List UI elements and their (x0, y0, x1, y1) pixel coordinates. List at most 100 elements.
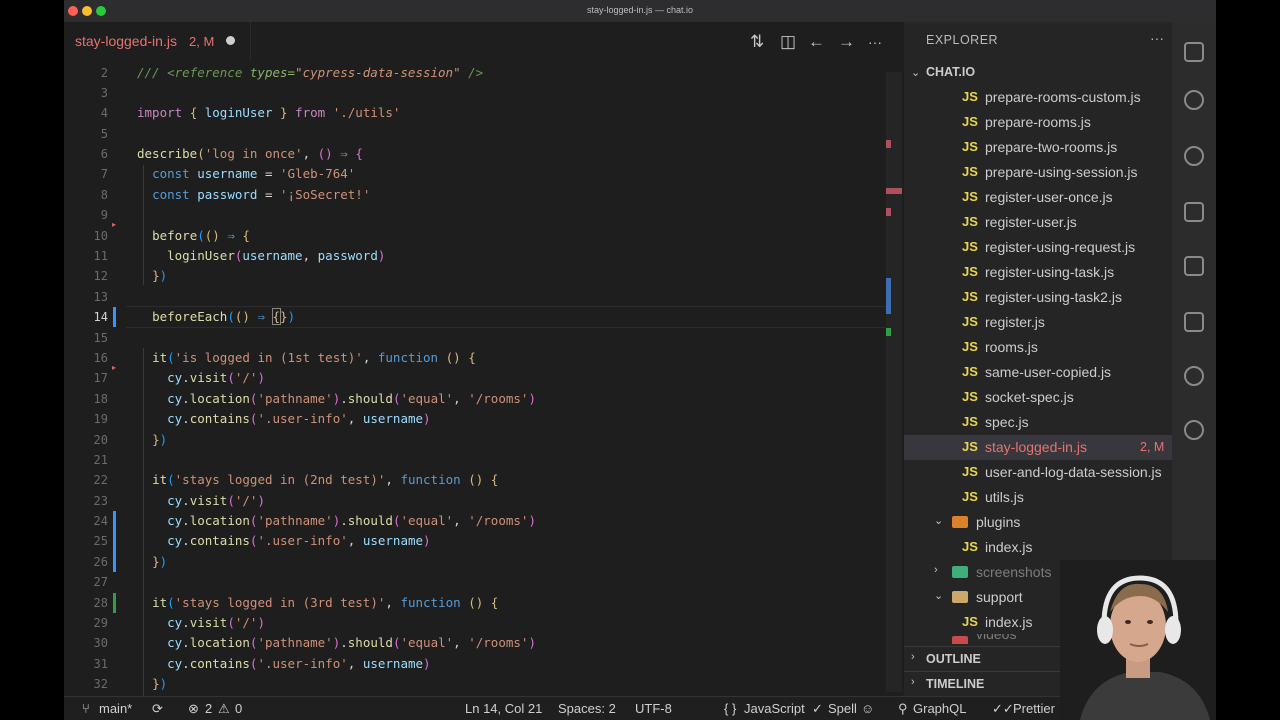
spell-checker[interactable]: Spell (828, 701, 857, 716)
line-number-gutter: 2 3 4 5 6 7 8 9 10 11 12 13 14 15 16 17 … (64, 60, 126, 696)
explorer-title: EXPLORER (926, 33, 999, 47)
file-item[interactable]: JS socket-spec.js (904, 385, 1172, 410)
breakpoint-hint-icon: ▸ (112, 220, 117, 229)
file-item[interactable]: JS register-using-request.js (904, 235, 1172, 260)
encoding[interactable]: UTF-8 (635, 701, 672, 716)
code-editor[interactable]: 2 3 4 5 6 7 8 9 10 11 12 13 14 15 16 17 … (64, 60, 902, 696)
file-item[interactable]: JS prepare-two-rooms.js (904, 135, 1172, 160)
line-number: 23 (93, 494, 108, 508)
branch-name[interactable]: main* (99, 701, 132, 716)
timeline-title: TIMELINE (926, 677, 985, 691)
js-file-icon: JS (962, 139, 978, 154)
warning-count[interactable]: 0 (235, 701, 242, 716)
line-number: 19 (93, 412, 108, 426)
git-added-marker[interactable] (113, 593, 116, 613)
file-name: index.js (985, 539, 1033, 555)
line-number: 29 (93, 616, 108, 630)
file-item[interactable]: JS utils.js (904, 485, 1172, 510)
run-debug-icon[interactable] (1184, 202, 1204, 222)
file-item-selected[interactable]: JS stay-logged-in.js 2, M (904, 435, 1172, 460)
line-number: 10 (93, 229, 108, 243)
search-icon[interactable] (1184, 90, 1204, 110)
prettier-status[interactable]: Prettier (1013, 701, 1055, 716)
open-changes-icon[interactable]: ⇅ (750, 32, 764, 52)
file-item[interactable]: JS same-user-copied.js (904, 360, 1172, 385)
code-line: cy.contains('.user-info', username) (167, 656, 431, 671)
sync-icon[interactable]: ⟳ (152, 701, 163, 717)
window-title: stay-logged-in.js — chat.io (586, 5, 694, 15)
remote-explorer-icon[interactable] (1184, 256, 1204, 276)
chevron-down-icon: ⌄ (911, 67, 921, 79)
file-name: spec.js (985, 414, 1029, 430)
overview-marker (886, 208, 891, 216)
presenter-webcam (1060, 560, 1216, 720)
file-item[interactable]: JS user-and-log-data-session.js (904, 460, 1172, 485)
live-share-icon[interactable] (1184, 420, 1204, 440)
file-name: prepare-rooms.js (985, 114, 1091, 130)
unsaved-dot-icon[interactable] (226, 36, 235, 45)
tab-stay-logged-in[interactable]: stay-logged-in.js 2, M (64, 22, 251, 60)
overview-marker (886, 278, 891, 314)
extensions-icon[interactable] (1184, 312, 1204, 332)
code-line: const username = 'Gleb-764' (152, 166, 356, 181)
code-line: cy.visit('/') (167, 493, 265, 508)
indentation[interactable]: Spaces: 2 (558, 701, 616, 716)
editor-scrollbar[interactable] (886, 72, 902, 692)
file-item[interactable]: JS prepare-rooms.js (904, 110, 1172, 135)
line-number: 7 (100, 167, 108, 181)
branch-icon[interactable]: ⑂ (82, 701, 90, 716)
error-icon[interactable]: ⊗ (188, 701, 199, 717)
go-forward-icon[interactable]: → (838, 32, 855, 52)
js-file-icon: JS (962, 539, 978, 554)
git-modified-marker[interactable] (113, 511, 116, 572)
file-name: prepare-using-session.js (985, 164, 1138, 180)
file-item[interactable]: JS register.js (904, 310, 1172, 335)
github-icon[interactable] (1184, 366, 1204, 386)
line-number: 21 (93, 453, 108, 467)
chevron-right-icon: › (911, 676, 915, 688)
title-bar: stay-logged-in.js — chat.io (64, 0, 1216, 23)
plugin-folder-icon (952, 516, 968, 528)
js-file-icon: JS (962, 164, 978, 179)
code-line: describe('log in once', () ⇒ { (137, 146, 363, 161)
file-item[interactable]: JS prepare-rooms-custom.js (904, 85, 1172, 110)
file-item[interactable]: JS register-user.js (904, 210, 1172, 235)
code-line: }) (152, 554, 168, 569)
file-item[interactable]: JS register-using-task2.js (904, 285, 1172, 310)
file-name: register-user-once.js (985, 189, 1113, 205)
file-name: prepare-rooms-custom.js (985, 89, 1141, 105)
graphql-status[interactable]: GraphQL (913, 701, 966, 716)
copilot-icon[interactable]: ☺ (861, 701, 874, 716)
folder-plugins[interactable]: ⌄ plugins (904, 510, 1172, 535)
file-item[interactable]: JS index.js (904, 535, 1172, 560)
chevron-down-icon: ⌄ (934, 515, 944, 527)
code-line: }) (152, 432, 168, 447)
project-header[interactable]: ⌄ CHAT.IO (904, 62, 1172, 84)
code-area[interactable]: /// <reference types="cypress-data-sessi… (137, 60, 897, 696)
cursor-position[interactable]: Ln 14, Col 21 (465, 701, 542, 716)
outline-title: OUTLINE (926, 652, 981, 666)
file-item[interactable]: JS rooms.js (904, 335, 1172, 360)
go-back-icon[interactable]: ← (808, 32, 825, 52)
js-file-icon: JS (962, 114, 978, 129)
image-folder-icon (952, 566, 968, 578)
file-item[interactable]: JS register-user-once.js (904, 185, 1172, 210)
more-actions-icon[interactable]: ··· (868, 34, 882, 50)
explorer-icon[interactable] (1184, 42, 1204, 62)
line-number: 8 (100, 188, 108, 202)
line-number: 24 (93, 514, 108, 528)
error-count[interactable]: 2 (205, 701, 212, 716)
split-editor-icon[interactable]: ◫ (780, 32, 796, 52)
file-item[interactable]: JS prepare-using-session.js (904, 160, 1172, 185)
file-item[interactable]: JS spec.js (904, 410, 1172, 435)
editor-tab-bar: stay-logged-in.js 2, M ⇅ ◫ ← → ··· (64, 22, 904, 60)
explorer-more-icon[interactable]: ··· (1150, 30, 1164, 46)
file-item[interactable]: JS register-using-task.js (904, 260, 1172, 285)
language-mode[interactable]: JavaScript (744, 701, 805, 716)
chevron-right-icon: › (911, 651, 915, 663)
js-file-icon: JS (962, 464, 978, 479)
source-control-icon[interactable] (1184, 146, 1204, 166)
warning-icon[interactable]: ⚠ (218, 701, 230, 717)
file-name: register-using-task.js (985, 264, 1115, 280)
git-modified-marker[interactable] (113, 307, 116, 327)
